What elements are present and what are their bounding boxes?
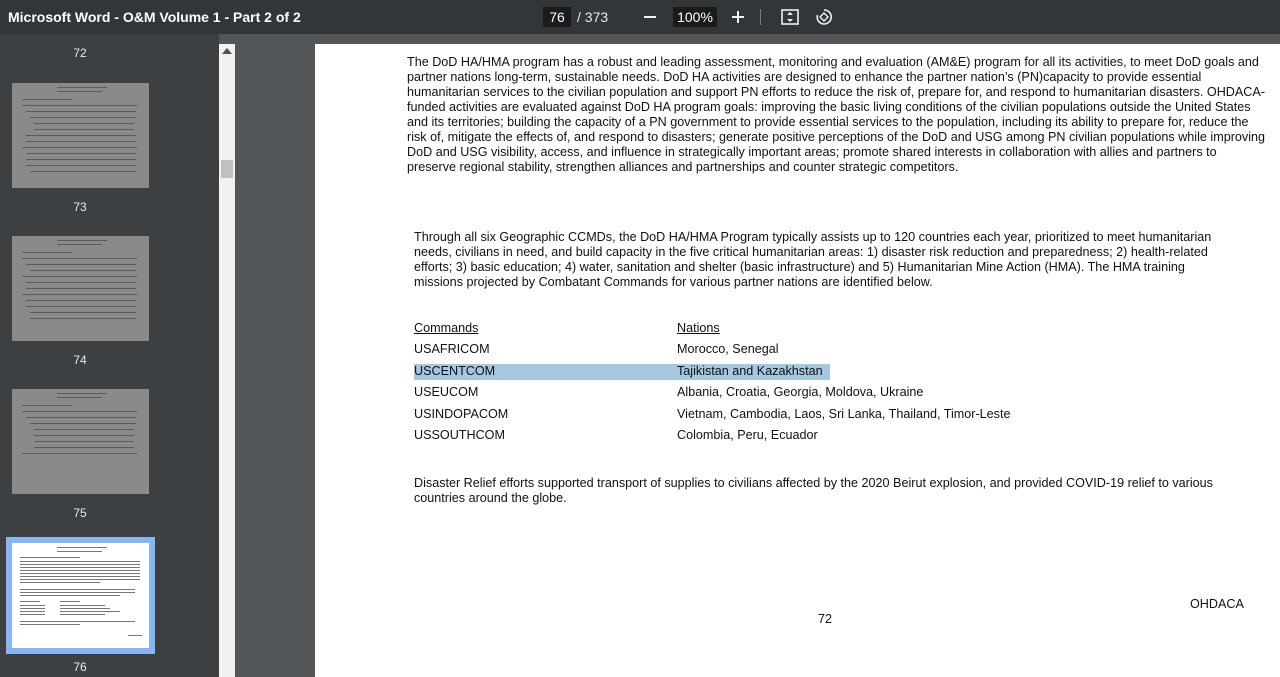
page-thumbnail[interactable] (12, 389, 149, 494)
table-row-selected: USCENTCOM Tajikistan and Kazakhstan (414, 364, 1234, 382)
thumbnail-label: 72 (73, 46, 87, 60)
fit-page-button[interactable] (778, 5, 802, 29)
command-cell: USEUCOM (414, 385, 479, 399)
command-cell: USINDOPACOM (414, 407, 509, 421)
zoom-in-icon (732, 11, 744, 23)
table-row: USEUCOM Albania, Croatia, Georgia, Moldo… (414, 385, 1234, 403)
scroll-up-arrow-icon[interactable] (222, 48, 232, 54)
page-number: 72 (818, 612, 833, 626)
table-row: USINDOPACOM Vietnam, Cambodia, Laos, Sri… (414, 407, 1234, 425)
nations-cell: Albania, Croatia, Georgia, Moldova, Ukra… (677, 385, 924, 399)
rotate-button[interactable] (812, 5, 836, 29)
zoom-out-icon (644, 16, 656, 18)
page-thumbnail[interactable] (12, 236, 149, 341)
scrollbar-thumb[interactable] (221, 160, 233, 178)
command-cell: USAFRICOM (414, 342, 490, 356)
nations-cell: Morocco, Senegal (677, 342, 779, 356)
page-thumbnail-current[interactable] (12, 543, 149, 648)
document-page: The DoD HA/HMA program has a robust and … (315, 44, 1280, 677)
document-viewer: The DoD HA/HMA program has a robust and … (235, 44, 1280, 677)
page-total: / 373 (577, 9, 609, 25)
paragraph-ccmds: Through all six Geographic CCMDs, the Do… (414, 230, 1212, 289)
table-row: USAFRICOM Morocco, Senegal (414, 342, 1234, 360)
zoom-input[interactable]: 100% (673, 7, 717, 27)
document-title: Microsoft Word - O&M Volume 1 - Part 2 o… (8, 9, 301, 25)
thumbnail-label: 75 (73, 506, 87, 520)
zoom-out-button[interactable] (638, 5, 662, 29)
toolbar-divider (760, 9, 761, 25)
paragraph-ame-program: The DoD HA/HMA program has a robust and … (407, 55, 1265, 174)
page-number-input[interactable]: 76 (543, 7, 571, 27)
thumbnail-sidebar: 72 73 74 75 76 (0, 34, 219, 677)
thumbnail-scrollbar[interactable] (219, 44, 235, 677)
thumbnail-label: 74 (73, 353, 87, 367)
nations-cell: Vietnam, Cambodia, Laos, Sri Lanka, Thai… (677, 407, 1011, 421)
command-cell: USCENTCOM (414, 364, 496, 378)
thumbnail-label: 73 (73, 200, 87, 214)
thumbnail-label: 76 (73, 660, 87, 674)
zoom-in-button[interactable] (726, 5, 750, 29)
pdf-toolbar: Microsoft Word - O&M Volume 1 - Part 2 o… (0, 0, 1280, 34)
commands-header: Commands (414, 321, 479, 335)
command-cell: USSOUTHCOM (414, 428, 505, 442)
nations-header: Nations (677, 321, 720, 335)
nations-cell: Tajikistan and Kazakhstan (677, 364, 823, 378)
footer-label: OHDACA (1190, 597, 1244, 611)
paragraph-disaster-relief: Disaster Relief efforts supported transp… (414, 476, 1213, 505)
table-row: USSOUTHCOM Colombia, Peru, Ecuador (414, 428, 1234, 446)
nations-cell: Colombia, Peru, Ecuador (677, 428, 818, 442)
rotate-icon (816, 9, 832, 25)
page-thumbnail[interactable] (12, 83, 149, 188)
table-header-row: Commands Nations (414, 321, 1234, 339)
fit-page-icon (781, 9, 799, 25)
